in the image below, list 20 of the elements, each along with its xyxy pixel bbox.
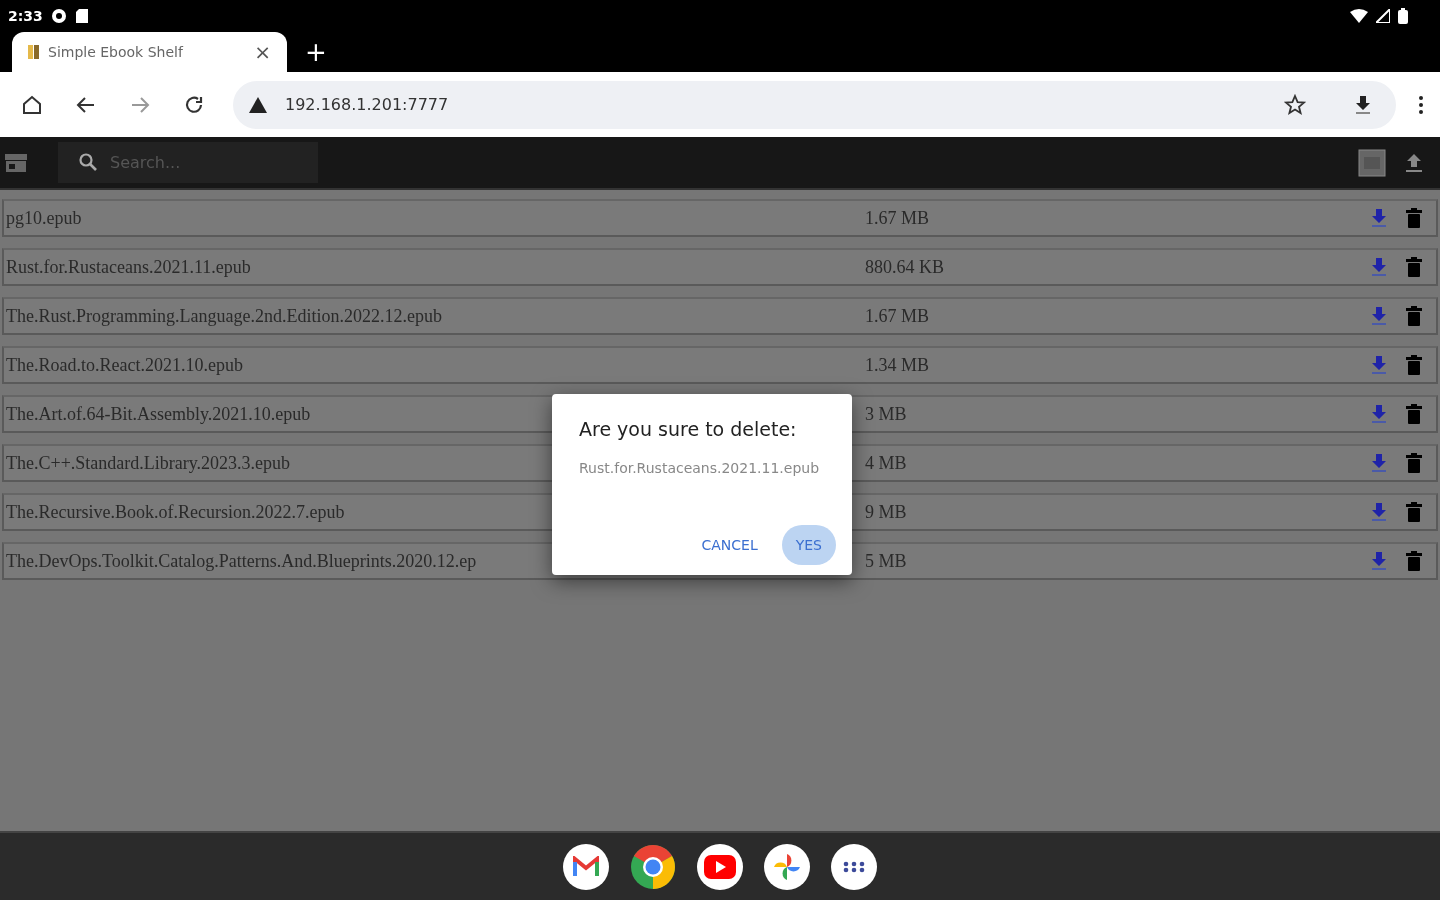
book-size: 3 MB [865, 403, 908, 425]
book-name: The.C++.Standard.Library.2023.3.epub [6, 452, 291, 473]
status-time: 2:33 [8, 8, 43, 24]
book-size: 5 MB [865, 550, 908, 572]
book-name: The.DevOps.Toolkit.Catalog.Patterns.And.Blueprints.2020.12.ep [6, 550, 477, 571]
book-size: 4 MB [865, 452, 908, 474]
book-size: 880.64 KB [865, 256, 945, 278]
book-name: pg10.epub [6, 207, 82, 228]
book-name: The.Art.of.64-Bit.Assembly.2021.10.epub [6, 403, 311, 424]
book-name: Rust.for.Rustaceans.2021.11.epub [6, 256, 251, 277]
book-name: The.Road.to.React.2021.10.epub [6, 354, 243, 375]
book-size: 1.67 MB [865, 305, 930, 327]
book-name: The.Rust.Programming.Language.2nd.Edition.2022.12.epub [6, 305, 442, 326]
book-name: The.Recursive.Book.of.Recursion.2022.7.epub [6, 501, 345, 522]
tab-title: Simple Ebook Shelf [48, 44, 185, 60]
book-size: 1.67 MB [865, 207, 930, 229]
book-size: 9 MB [865, 501, 908, 523]
dialog-title: Are you sure to delete: [579, 418, 798, 440]
dialog-message: Rust.for.Rustaceans.2021.11.epub [579, 460, 821, 476]
book-size: 1.34 MB [865, 354, 930, 376]
